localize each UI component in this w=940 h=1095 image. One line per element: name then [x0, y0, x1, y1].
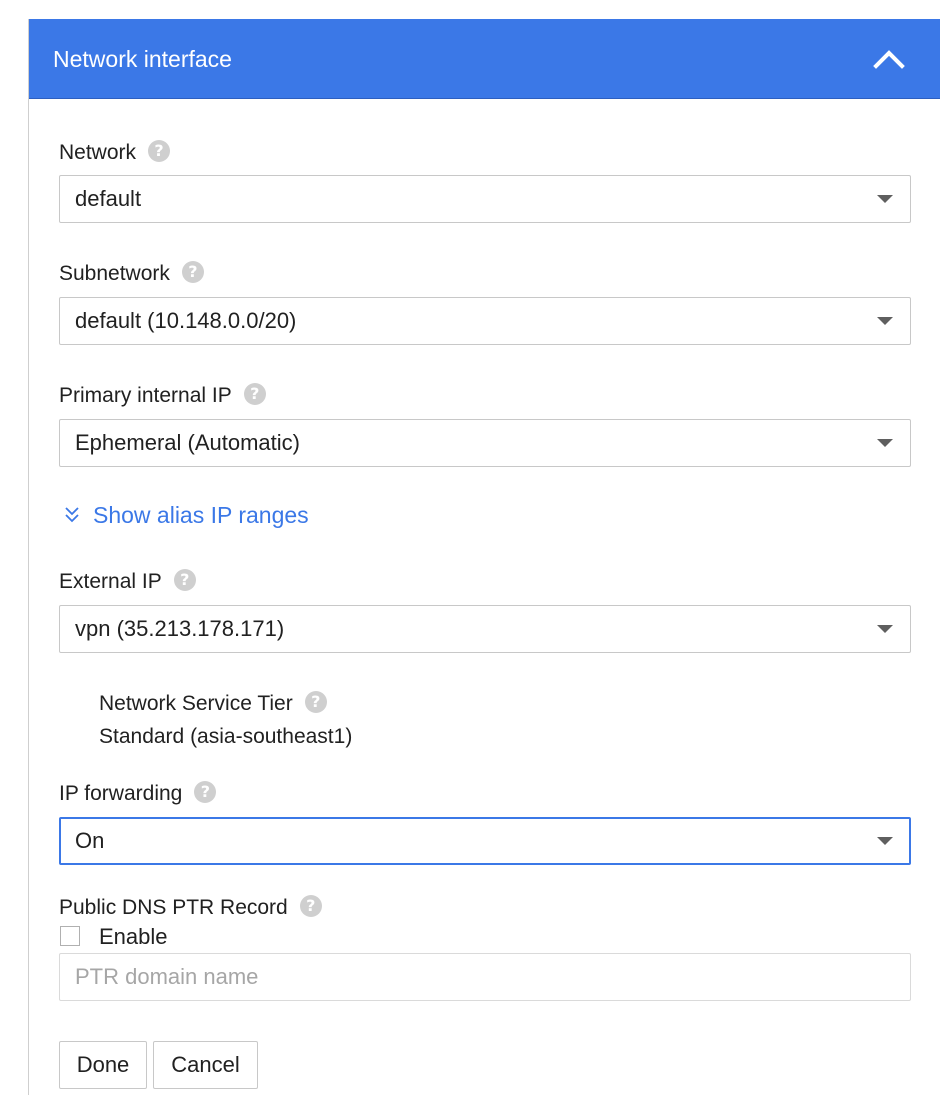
- dropdown-arrow-icon: [877, 195, 893, 203]
- dropdown-arrow-icon: [877, 837, 893, 845]
- network-select[interactable]: default: [59, 175, 911, 223]
- ip-forwarding-select[interactable]: On: [59, 817, 911, 865]
- enable-checkbox-label[interactable]: Enable: [99, 924, 168, 950]
- help-icon[interactable]: ?: [299, 895, 322, 918]
- panel-title: Network interface: [53, 46, 232, 72]
- cancel-button[interactable]: Cancel: [153, 1041, 258, 1089]
- chevron-up-icon: [873, 50, 905, 69]
- primary-internal-ip-label: Primary internal IP?: [59, 383, 266, 409]
- network-select-value: default: [75, 186, 142, 211]
- public-dns-ptr-label: Public DNS PTR Record?: [59, 895, 322, 921]
- primary-internal-ip-select-value: Ephemeral (Automatic): [75, 430, 300, 455]
- network-label: Network?: [59, 140, 171, 166]
- subnetwork-select[interactable]: default (10.148.0.0/20): [59, 297, 911, 345]
- external-ip-label: External IP?: [59, 569, 196, 595]
- help-icon[interactable]: ?: [148, 140, 171, 163]
- help-icon[interactable]: ?: [243, 383, 266, 406]
- ptr-domain-name-input[interactable]: [59, 953, 911, 1001]
- enable-checkbox[interactable]: [60, 926, 80, 946]
- subnetwork-label: Subnetwork?: [59, 261, 204, 287]
- dropdown-arrow-icon: [877, 625, 893, 633]
- network-service-tier-label: Network Service Tier?: [99, 691, 327, 717]
- subnetwork-select-value: default (10.148.0.0/20): [75, 308, 297, 333]
- help-icon[interactable]: ?: [304, 691, 327, 714]
- dropdown-arrow-icon: [877, 439, 893, 447]
- external-ip-select[interactable]: vpn (35.213.178.171): [59, 605, 911, 653]
- dropdown-arrow-icon: [877, 317, 893, 325]
- help-icon[interactable]: ?: [173, 569, 196, 592]
- external-ip-select-value: vpn (35.213.178.171): [75, 616, 285, 641]
- help-icon[interactable]: ?: [194, 781, 217, 804]
- ip-forwarding-label: IP forwarding?: [59, 781, 217, 807]
- primary-internal-ip-select[interactable]: Ephemeral (Automatic): [59, 419, 911, 467]
- show-alias-ip-ranges-label: Show alias IP ranges: [93, 502, 309, 528]
- done-button[interactable]: Done: [59, 1041, 147, 1089]
- panel-header[interactable]: Network interface: [29, 19, 940, 99]
- help-icon[interactable]: ?: [181, 261, 204, 284]
- collapse-button[interactable]: [867, 39, 911, 79]
- ip-forwarding-select-value: On: [75, 828, 105, 853]
- network-service-tier-value: Standard (asia-southeast1): [99, 725, 353, 748]
- network-interface-panel: Network interface Network? default Subne…: [28, 19, 940, 1095]
- double-chevron-down-icon: [65, 507, 79, 523]
